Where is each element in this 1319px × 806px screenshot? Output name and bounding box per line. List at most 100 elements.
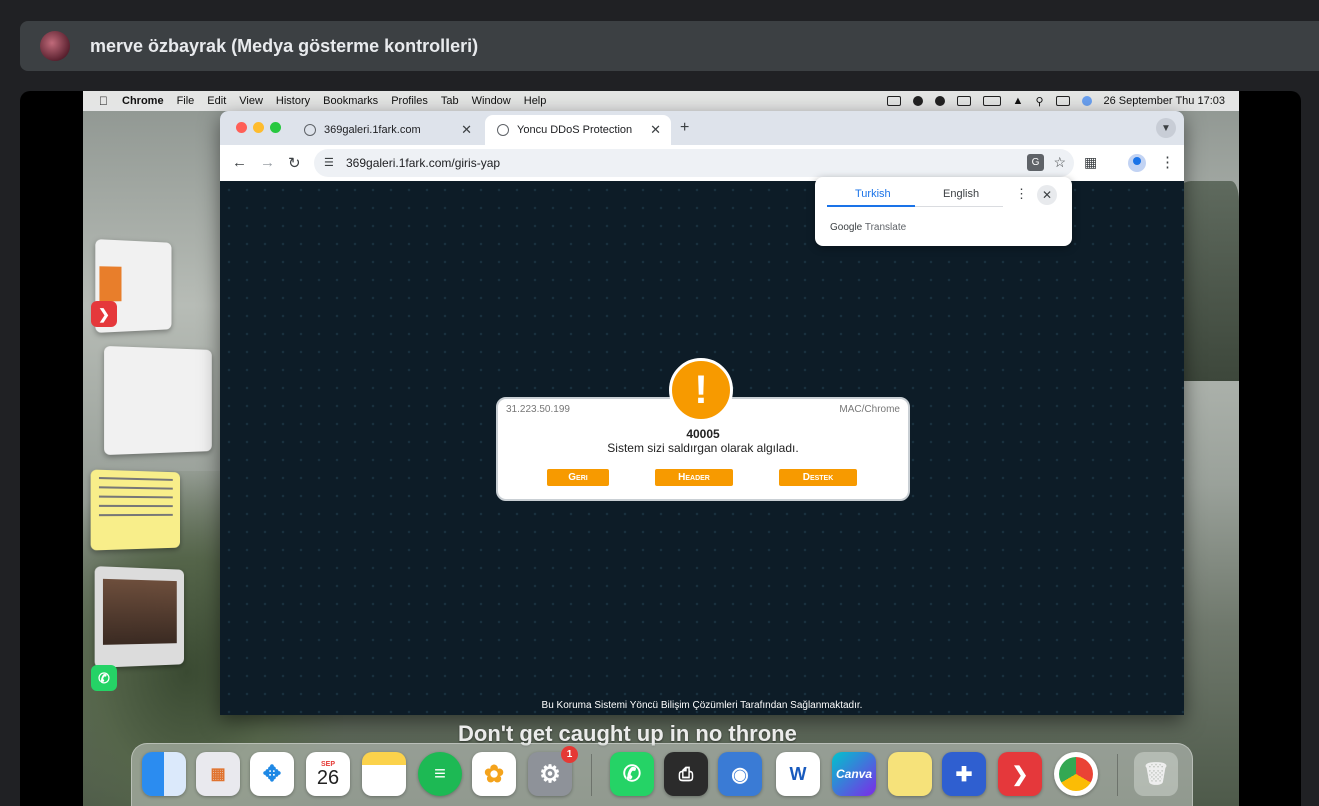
notification-badge: 1 — [561, 746, 578, 763]
extensions-puzzle-icon[interactable]: ▦ — [1084, 154, 1097, 171]
menu-help[interactable]: Help — [524, 95, 547, 107]
anydesk-icon: ❯ — [91, 301, 117, 327]
tab-title: Yoncu DDoS Protection — [517, 124, 633, 136]
canva-label: Canva — [835, 767, 873, 781]
tab-yoncu-ddos[interactable]: Yoncu DDoS Protection ✕ — [485, 115, 671, 145]
site-info-icon[interactable]: ☰ — [324, 156, 334, 169]
notes-icon[interactable] — [362, 752, 406, 796]
stage-window-browser[interactable] — [104, 345, 212, 456]
dock-separator — [591, 754, 592, 796]
close-window-button[interactable] — [236, 122, 247, 133]
launchpad-icon[interactable]: ▦ — [196, 752, 240, 796]
presenter-title: merve özbayrak (Medya gösterme kontrolle… — [90, 35, 479, 56]
photos-icon[interactable]: ✿ — [472, 752, 516, 796]
control-center-icon[interactable] — [1055, 96, 1070, 106]
mac-menubar:  Chrome File Edit View History Bookmark… — [83, 91, 1239, 111]
battery-icon[interactable] — [982, 96, 1001, 106]
active-tab-indicator — [827, 205, 915, 207]
forward-arrow-icon[interactable]: → — [260, 154, 275, 171]
bookmark-star-icon[interactable]: ☆ — [1053, 154, 1066, 171]
globe-icon — [304, 124, 316, 136]
tab-title: 369galeri.1fark.com — [324, 124, 421, 136]
url-text[interactable]: 369galeri.1fark.com/giris-yap — [346, 156, 500, 170]
tab-search-chevron-icon[interactable]: ▼ — [1156, 118, 1176, 138]
creative-cloud-icon[interactable] — [912, 96, 923, 106]
chrome-dock-icon[interactable] — [1054, 752, 1098, 796]
support-button[interactable]: Destek — [779, 469, 857, 486]
more-options-icon[interactable]: ⋮ — [1015, 186, 1028, 202]
siri-icon[interactable] — [1081, 96, 1092, 106]
chrome-window: 369galeri.1fark.com ✕ Yoncu DDoS Protect… — [220, 111, 1184, 715]
back-button[interactable]: Geri — [547, 469, 609, 486]
browser-toolbar: ← → ↻ ☰ 369galeri.1fark.com/giris-yap G … — [220, 145, 1184, 181]
close-tab-icon[interactable]: ✕ — [461, 122, 472, 138]
profile-avatar-icon[interactable] — [1128, 154, 1146, 172]
play-icon[interactable] — [934, 96, 945, 106]
chrome-logo — [1059, 757, 1093, 791]
canva-icon[interactable]: Canva — [832, 752, 876, 796]
error-message: Sistem sizi saldırgan olarak algıladı. — [607, 441, 799, 455]
header-button[interactable]: Header — [655, 469, 733, 486]
dock: ▦ ✥ SEP 26 ≡ ✿ ⚙ 1 ✆ ⎙ ◉ W Canva ✚ ❯ 🗑 — [131, 743, 1193, 806]
image-editor-icon[interactable]: ✚ — [942, 752, 986, 796]
menubar-clock[interactable]: 26 September Thu 17:03 — [1104, 95, 1226, 107]
translate-label: Translate — [864, 222, 907, 233]
spotlight-search-icon[interactable]: ⚲ — [1035, 95, 1043, 108]
calendar-day: 26 — [316, 766, 340, 789]
note-line — [98, 504, 173, 508]
menu-file[interactable]: File — [177, 95, 195, 107]
note-line — [98, 495, 173, 499]
globe-icon — [497, 124, 509, 136]
translate-target-tab[interactable]: English — [943, 188, 979, 200]
close-tab-icon[interactable]: ✕ — [650, 122, 661, 138]
menu-window[interactable]: Window — [472, 95, 511, 107]
menu-history[interactable]: History — [276, 95, 310, 107]
page-footer: Bu Koruma Sistemi Yöncü Bilişim Çözümler… — [541, 700, 863, 711]
tab-strip: 369galeri.1fark.com ✕ Yoncu DDoS Protect… — [220, 111, 1184, 145]
anydesk-dock-icon[interactable]: ❯ — [998, 752, 1042, 796]
wifi-icon[interactable]: ▲ — [1013, 95, 1024, 107]
menu-tab[interactable]: Tab — [441, 95, 459, 107]
apple-icon[interactable]:  — [99, 94, 108, 108]
screen-share-icon[interactable] — [886, 96, 901, 106]
dock-separator — [1117, 754, 1118, 796]
error-code: 40005 — [686, 427, 720, 441]
stage-window-stickies[interactable] — [90, 469, 181, 551]
trash-icon[interactable]: 🗑 — [1134, 752, 1178, 796]
word-label: W — [789, 763, 807, 784]
stage-thumb-content — [99, 266, 122, 302]
system-settings-icon[interactable]: ⚙ 1 — [528, 746, 578, 796]
address-bar[interactable]: ☰ 369galeri.1fark.com/giris-yap G ☆ — [314, 149, 1074, 177]
spotify-icon[interactable]: ≡ — [418, 752, 462, 796]
back-arrow-icon[interactable]: ← — [232, 154, 247, 171]
printer-icon[interactable]: ⎙ — [664, 752, 708, 796]
stickies-icon[interactable] — [888, 752, 932, 796]
finder-icon[interactable] — [142, 752, 186, 796]
microsoft-word-icon[interactable]: W — [776, 752, 820, 796]
safari-icon[interactable]: ✥ — [250, 752, 294, 796]
chrome-menu-icon[interactable]: ⋮ — [1160, 153, 1175, 171]
reload-icon[interactable]: ↻ — [288, 154, 301, 172]
new-tab-button[interactable]: + — [680, 119, 689, 137]
note-line — [98, 476, 173, 481]
network-utility-icon[interactable]: ◉ — [718, 752, 762, 796]
meet-presenter-bar[interactable]: merve özbayrak (Medya gösterme kontrolle… — [20, 21, 1319, 71]
menu-profiles[interactable]: Profiles — [391, 95, 428, 107]
translate-source-tab[interactable]: Turkish — [855, 188, 891, 200]
translate-icon[interactable]: G — [1027, 154, 1044, 171]
stage-window-whatsapp[interactable] — [94, 566, 185, 668]
minimize-window-button[interactable] — [253, 122, 264, 133]
shared-screen:  Chrome File Edit View History Bookmark… — [20, 91, 1301, 806]
menu-view[interactable]: View — [239, 95, 263, 107]
keyboard-icon[interactable] — [956, 96, 971, 106]
menu-bookmarks[interactable]: Bookmarks — [323, 95, 378, 107]
close-icon[interactable]: ✕ — [1037, 185, 1057, 205]
fullscreen-window-button[interactable] — [270, 122, 281, 133]
google-translate-brand: Google Translate — [830, 222, 906, 233]
menu-edit[interactable]: Edit — [207, 95, 226, 107]
whatsapp-dock-icon[interactable]: ✆ — [610, 752, 654, 796]
calendar-icon[interactable]: SEP 26 — [306, 752, 350, 796]
tab-369galeri[interactable]: 369galeri.1fark.com ✕ — [292, 115, 482, 145]
menu-app-name[interactable]: Chrome — [122, 95, 164, 107]
note-line — [98, 486, 173, 490]
